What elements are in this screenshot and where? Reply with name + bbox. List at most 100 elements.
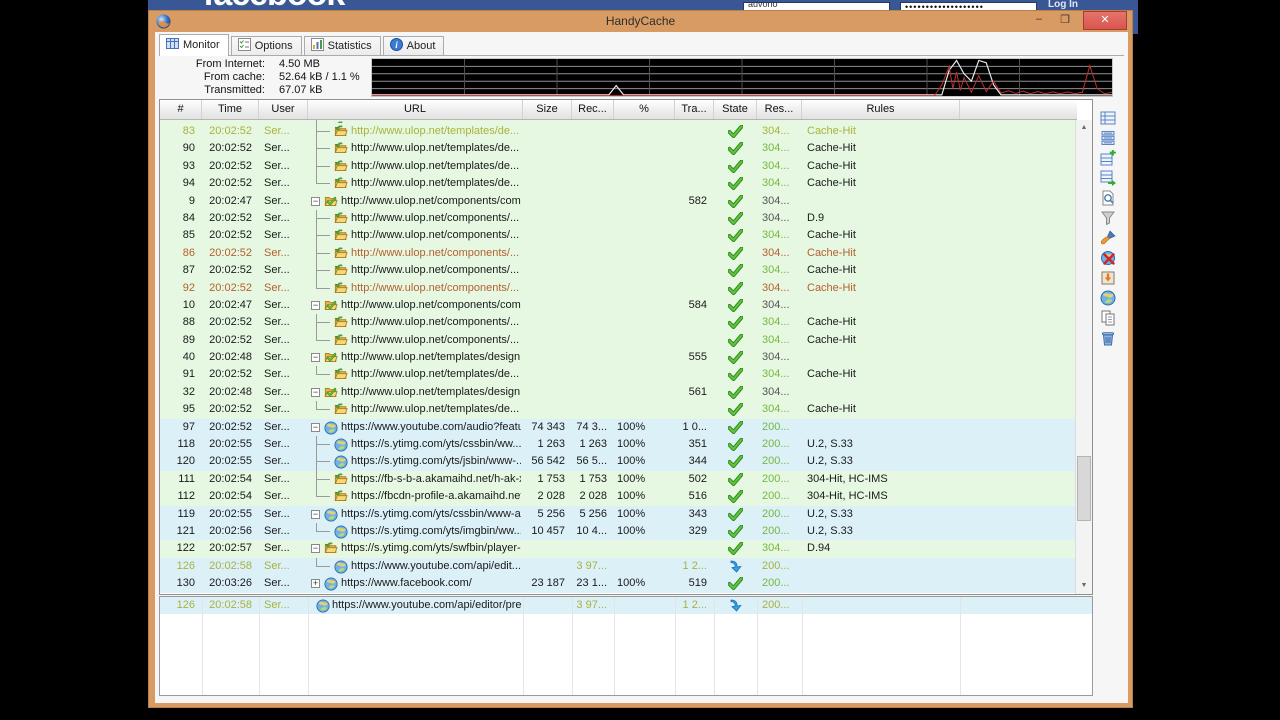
table-row[interactable]: 84 20:02:52 Ser... http://www.ulop.net/comp…: [160, 209, 1077, 228]
column-header-[interactable]: #: [160, 100, 202, 119]
column-header-user[interactable]: User: [259, 100, 308, 119]
table-row[interactable]: 93 20:02:52 Ser... http://www.ulop.net/temp…: [160, 157, 1077, 176]
facebook-login-button[interactable]: Log In: [1048, 0, 1078, 10]
table-row[interactable]: 126 20:02:58 Ser... https://www.youtube.com…: [160, 597, 1092, 615]
collapse-box-icon[interactable]: −: [311, 353, 320, 363]
table-row[interactable]: 95 20:02:52 Ser... http://www.ulop.net/temp…: [160, 401, 1077, 419]
collapse-tree-icon[interactable]: [1100, 130, 1116, 146]
row-url: http://www.ulop.net/components/...: [308, 279, 523, 297]
row-time: 20:02:52: [209, 333, 252, 346]
table-row[interactable]: 91 20:02:52 Ser... http://www.ulop.net/temp…: [160, 366, 1077, 384]
row-traffic: 351: [688, 438, 707, 451]
table-row[interactable]: 118 20:02:55 Ser... https://s.ytimg.com/yts…: [160, 436, 1077, 454]
table-row[interactable]: 94 20:02:52 Ser... http://www.ulop.net/temp…: [160, 175, 1077, 193]
column-header-rules[interactable]: Rules: [802, 100, 960, 119]
collapse-box-icon[interactable]: −: [311, 387, 320, 397]
column-header-url[interactable]: URL: [308, 100, 523, 119]
append-rule-icon[interactable]: [1100, 170, 1116, 186]
table-row[interactable]: 87 20:02:52 Ser... http://www.ulop.net/comp…: [160, 262, 1077, 280]
vertical-scrollbar[interactable]: ▲ ▼: [1075, 120, 1092, 594]
row-time: 20:02:52: [209, 125, 252, 137]
table-row[interactable]: 89 20:02:52 Ser... http://www.ulop.net/comp…: [160, 331, 1077, 350]
column-header-size[interactable]: Size: [523, 100, 572, 119]
table-row[interactable]: 85 20:02:52 Ser... http://www.ulop.net/comp…: [160, 227, 1077, 245]
table-row[interactable]: 86 20:02:52 Ser... http://www.ulop.net/comp…: [160, 244, 1077, 263]
row-percent: [614, 558, 675, 575]
tab-about[interactable]: i About: [382, 36, 445, 55]
table-row[interactable]: 130 20:03:26 Ser... + https://www.facebook.c…: [160, 575, 1077, 593]
table-row[interactable]: 88 20:02:52 Ser... http://www.ulop.net/comp…: [160, 314, 1077, 332]
collapse-box-icon[interactable]: −: [311, 422, 320, 432]
table-row[interactable]: 32 20:02:48 Ser... − http://www.ulop.net/tem…: [160, 383, 1077, 402]
clear-icon[interactable]: [1100, 230, 1116, 246]
column-header-[interactable]: %: [614, 100, 675, 119]
row-result-text: 304...: [762, 316, 790, 329]
row-size: 1 263: [537, 438, 565, 451]
row-size: [523, 349, 572, 366]
column-header-rec[interactable]: Rec...: [572, 100, 614, 119]
table-row[interactable]: 97 20:02:52 Ser... − https://www.youtube.com…: [160, 418, 1077, 437]
row-user: Ser...: [264, 246, 290, 259]
tab-statistics[interactable]: Statistics: [303, 36, 381, 55]
minimize-button[interactable]: –: [1036, 13, 1042, 25]
row-url: http://www.ulop.net/components/...: [308, 314, 523, 332]
table-row[interactable]: 120 20:02:55 Ser... https://s.ytimg.com/yts…: [160, 453, 1077, 471]
table-row[interactable]: 10 20:02:47 Ser... − http://www.ulop.net/com…: [160, 296, 1077, 315]
collapse-box-icon[interactable]: −: [311, 300, 320, 310]
title-bar[interactable]: HandyCache – ❒ ✕: [149, 11, 1132, 32]
scroll-down-button[interactable]: ▼: [1076, 578, 1092, 594]
table-row[interactable]: 40 20:02:48 Ser... − http://www.ulop.net/tem…: [160, 349, 1077, 367]
close-button[interactable]: ✕: [1083, 11, 1127, 30]
connections-list-icon[interactable]: [1100, 110, 1116, 126]
row-size: [523, 245, 572, 262]
column-header-state[interactable]: State: [714, 100, 757, 119]
tab-options[interactable]: Options: [230, 36, 302, 55]
row-result: 304...: [757, 245, 802, 262]
row-url-text: http://www.ulop.net/templates/de...: [351, 142, 520, 155]
collapse-box-icon[interactable]: −: [311, 196, 320, 206]
row-url-text: https://s.ytimg.com/yts/cssbin/www-a...: [341, 507, 521, 520]
facebook-email-field[interactable]: auvorio: [743, 2, 890, 10]
column-header-time[interactable]: Time: [202, 100, 259, 119]
folder-arrow-icon: [334, 403, 348, 418]
table-row[interactable]: 83 20:02:52 Ser... http://www.ulop.net/temp…: [160, 123, 1077, 141]
globe-icon: [324, 508, 338, 523]
column-header-tra[interactable]: Tra...: [675, 100, 714, 119]
table-row[interactable]: 112 20:02:54 Ser... https://fbcdn-profile-a…: [160, 488, 1077, 506]
row-result: 304...: [757, 297, 802, 314]
facebook-password-field[interactable]: •••••••••••••••••••: [900, 2, 1037, 10]
row-result: 200...: [757, 488, 802, 505]
tree-line: [316, 270, 330, 272]
row-user: Ser...: [264, 125, 290, 137]
table-row[interactable]: 119 20:02:55 Ser... − https://s.ytimg.com/yt…: [160, 505, 1077, 523]
save-page-icon[interactable]: [1100, 270, 1116, 286]
table-row[interactable]: 126 20:02:58 Ser... https://www.youtube.com…: [160, 557, 1077, 576]
table-row[interactable]: 92 20:02:52 Ser... http://www.ulop.net/comp…: [160, 279, 1077, 297]
scroll-thumb[interactable]: [1077, 456, 1091, 521]
row-result: 200...: [757, 419, 802, 436]
copy-url-icon[interactable]: [1100, 310, 1116, 326]
row-rules: U.2, S.33: [807, 524, 853, 537]
tab-monitor[interactable]: Monitor: [159, 34, 229, 56]
table-row[interactable]: 9 20:02:47 Ser... − http://www.ulop.net/comp…: [160, 192, 1077, 210]
scroll-up-button[interactable]: ▲: [1076, 120, 1092, 136]
table-row[interactable]: 90 20:02:52 Ser... http://www.ulop.net/temp…: [160, 140, 1077, 158]
filter-icon[interactable]: [1100, 210, 1116, 226]
preview-icon[interactable]: [1100, 190, 1116, 206]
row-rules: Cache-Hit: [807, 403, 856, 416]
expand-box-icon[interactable]: +: [311, 579, 320, 589]
add-rule-icon[interactable]: [1100, 149, 1116, 166]
table-row[interactable]: 111 20:02:54 Ser... https://fb-s-b-a.akamai…: [160, 470, 1077, 489]
open-in-browser-icon[interactable]: [1100, 290, 1116, 306]
column-header-res[interactable]: Res...: [757, 100, 802, 119]
row-url-text: https://www.youtube.com/api/edit...: [351, 559, 521, 572]
row-time: 20:02:52: [209, 403, 252, 416]
delete-icon[interactable]: [1100, 330, 1116, 346]
collapse-box-icon[interactable]: −: [311, 509, 320, 519]
collapse-box-icon[interactable]: −: [311, 544, 320, 554]
block-url-icon[interactable]: [1100, 250, 1116, 266]
table-row[interactable]: 121 20:02:56 Ser... https://s.ytimg.com/yts…: [160, 522, 1077, 541]
maximize-button[interactable]: ❒: [1060, 13, 1070, 26]
table-row[interactable]: 122 20:02:57 Ser... − https://s.ytimg.com/yt…: [160, 540, 1077, 558]
row-result-text: 200...: [762, 559, 790, 572]
